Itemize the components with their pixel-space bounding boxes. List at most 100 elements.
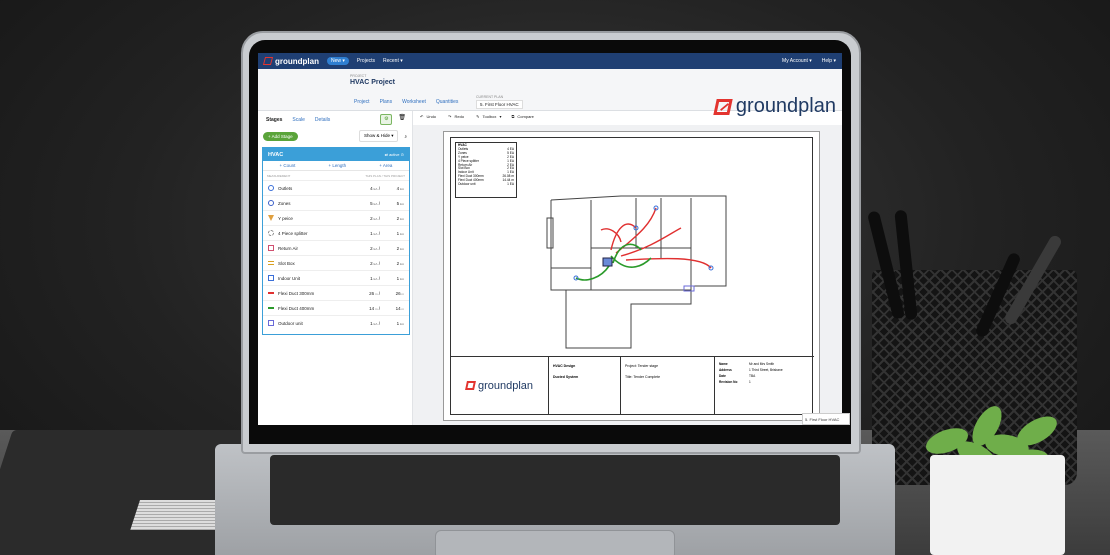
line-icon: [268, 307, 274, 309]
project-quantity: 1 EA: [396, 230, 404, 236]
project-quantity: 2 EA: [396, 245, 404, 251]
measurement-name: Flexi Duct 300mm: [278, 290, 315, 296]
design-title: HVAC Design: [553, 364, 576, 368]
title-block-logo: groundplan: [451, 357, 549, 414]
project-quantity: 2 EA: [396, 215, 404, 221]
measurement-name: Return Air: [278, 245, 299, 251]
measurement-row[interactable]: Return Air 2 EA / 2 EA: [263, 240, 409, 255]
dashed-circle-icon: [268, 230, 274, 236]
tab-plans[interactable]: Plans: [380, 99, 393, 105]
plan-sheet: HVAC Outlets 4 EA Zones 5 EA Y peice 2 EA 4 Pi…: [443, 131, 820, 421]
stage-header[interactable]: HVAC ⇄ active ⊙: [263, 148, 409, 161]
measurement-row[interactable]: 4 Piece splitter 1 EA / 1 EA: [263, 225, 409, 240]
project-quantity: 2 EA: [396, 260, 404, 266]
title-block-field: Revision No 1: [719, 380, 751, 384]
groundplan-logo-icon: [465, 381, 476, 390]
plan-canvas[interactable]: HVAC Outlets 4 EA Zones 5 EA Y peice 2 EA 4 Pi…: [413, 125, 842, 425]
measurement-row[interactable]: Indoor Unit 1 EA / 1 EA: [263, 270, 409, 285]
groundplan-logo-icon: [713, 98, 733, 115]
my-account-dropdown[interactable]: My Account ▾: [782, 58, 812, 64]
compare-button[interactable]: ⧉ Compare: [509, 113, 537, 120]
recent-dropdown[interactable]: Recent ▾: [383, 58, 403, 64]
tab-details[interactable]: Details: [315, 117, 330, 123]
plan-quantity: 1 EA /: [370, 230, 380, 236]
triangle-icon: [268, 215, 274, 221]
circle-outline-icon: [268, 185, 274, 191]
plan-quantity: 1 EA /: [370, 275, 380, 281]
plan-quantity: 2 EA /: [370, 215, 380, 221]
measurement-name: Zones: [278, 200, 291, 206]
stages-panel: Stages Scale Details ⚙ 🗑 + Add Stage Sho…: [258, 111, 413, 425]
plan-quantity: 26 m /: [369, 290, 380, 296]
settings-icon[interactable]: ⚙: [380, 114, 393, 125]
current-plan-caption: CURRENT PLAN: [476, 95, 504, 99]
measurement-name: Flexi Duct 400mm: [278, 305, 315, 311]
measurement-row[interactable]: Flexi Duct 300mm 26 m / 26 m: [263, 285, 409, 300]
laptop-keyboard: [270, 455, 840, 525]
plan-quantity: 2 EA /: [370, 260, 380, 266]
plan-quantity: 5 EA /: [370, 200, 380, 206]
circle-outline-icon: [268, 200, 274, 206]
add-count-button[interactable]: + Count: [280, 163, 296, 168]
project-quantity: 1 EA: [396, 320, 404, 326]
plan-quantity: 14 m /: [369, 305, 380, 311]
add-area-button[interactable]: + Area: [379, 163, 392, 168]
plan-quantity: 1 EA /: [370, 320, 380, 326]
show-hide-dropdown[interactable]: Show & Hide ▾: [358, 130, 399, 142]
brand-logo[interactable]: groundplan: [262, 57, 319, 66]
add-stage-button[interactable]: + Add Stage: [263, 131, 298, 141]
rect-icon: [268, 320, 274, 326]
project-tabs: Project Plans Worksheet Quantities: [354, 99, 458, 105]
measurement-row[interactable]: Zones 5 EA / 5 EA: [263, 195, 409, 210]
project-quantity: 26 m: [395, 290, 404, 296]
tab-scale[interactable]: Scale: [292, 117, 305, 123]
project-stage: Project: Tender stage: [625, 364, 659, 368]
plant-pot: [930, 455, 1065, 555]
measurement-name: Slot Box: [278, 260, 295, 266]
trash-icon[interactable]: 🗑: [398, 114, 406, 125]
project-header: PROJECT HVAC Project Project Plans Works…: [258, 69, 842, 117]
measurement-row[interactable]: Slot Box 2 EA / 2 EA: [263, 255, 409, 270]
tab-quantities[interactable]: Quantities: [436, 99, 459, 105]
tab-stages[interactable]: Stages: [266, 117, 282, 123]
square-icon: [268, 245, 274, 251]
line-icon: [268, 292, 274, 294]
measurement-row[interactable]: Flexi Duct 400mm 14 m / 14 m: [263, 300, 409, 315]
new-button[interactable]: New ▾: [327, 57, 349, 65]
tab-worksheet[interactable]: Worksheet: [402, 99, 426, 105]
floor-plan-drawing: [546, 195, 727, 349]
measurement-row[interactable]: Outlets 4 EA / 4 EA: [263, 180, 409, 195]
current-plan-select[interactable]: 5. First Floor HVAC: [476, 100, 523, 109]
laptop-screen: groundplan New ▾ Projects Recent ▾ My Ac…: [258, 53, 842, 425]
top-navbar: groundplan New ▾ Projects Recent ▾ My Ac…: [258, 53, 842, 69]
measurement-name: 4 Piece splitter: [278, 230, 308, 236]
title-block: groundplan HVAC Design Ducted System Pro…: [451, 356, 814, 414]
toolbox-dropdown[interactable]: ✎ Toolbox ▾: [474, 113, 503, 120]
projects-link[interactable]: Projects: [357, 58, 375, 64]
measurement-name: Outdoor unit: [278, 320, 303, 326]
current-plan-tooltip: 5. First Floor HVAC: [802, 413, 850, 425]
unit-icon: [268, 275, 274, 281]
groundplan-logo-icon: [262, 57, 274, 65]
measurement-row[interactable]: Outdoor unit 1 EA / 1 EA: [263, 315, 409, 330]
slot-icon: [268, 261, 274, 265]
col-measurement: MEASUREMENT: [267, 173, 291, 178]
project-quantity: 5 EA: [396, 200, 404, 206]
help-dropdown[interactable]: Help ▾: [822, 58, 836, 64]
redo-button[interactable]: ↷ Redo: [446, 113, 468, 120]
measurement-name: Y peice: [278, 215, 293, 221]
stage-status[interactable]: ⇄ active ⊙: [385, 152, 404, 157]
page-title: HVAC Project: [350, 79, 395, 86]
project-caption: PROJECT: [350, 74, 367, 78]
search-icon[interactable]: ⌕: [404, 134, 407, 139]
tab-project[interactable]: Project: [354, 99, 370, 105]
plan-quantity: 4 EA /: [370, 185, 380, 191]
project-quantity: 1 EA: [396, 275, 404, 281]
design-subtitle: Ducted System: [553, 375, 579, 379]
plan-toolbar: ↶ Undo ↷ Redo ✎ Toolbox ▾ ⧉ Compare: [418, 113, 538, 120]
laptop-trackpad: [435, 530, 675, 555]
measurement-name: Outlets: [278, 185, 293, 191]
add-length-button[interactable]: + Length: [329, 163, 347, 168]
undo-button[interactable]: ↶ Undo: [418, 113, 440, 120]
measurement-row[interactable]: Y peice 2 EA / 2 EA: [263, 210, 409, 225]
